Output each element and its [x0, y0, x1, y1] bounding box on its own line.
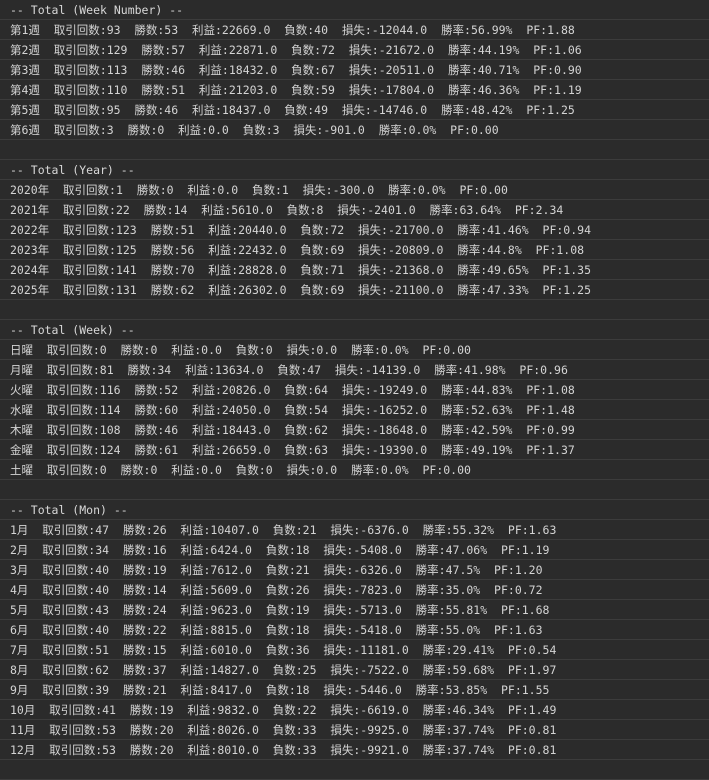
section-header-month: -- Total (Mon) -- [0, 500, 709, 520]
console-line: 2021年 取引回数:22 勝数:14 利益:5610.0 負数:8 損失:-2… [0, 200, 709, 220]
console-line: 3月 取引回数:40 勝数:19 利益:7612.0 負数:21 損失:-632… [0, 560, 709, 580]
console-line: 6月 取引回数:40 勝数:22 利益:8815.0 負数:18 損失:-541… [0, 620, 709, 640]
console-line: 第2週 取引回数:129 勝数:57 利益:22871.0 負数:72 損失:-… [0, 40, 709, 60]
blank-line [0, 480, 709, 500]
blank-line [0, 760, 709, 780]
console-line: 10月 取引回数:41 勝数:19 利益:9832.0 負数:22 損失:-66… [0, 700, 709, 720]
console-line: 2月 取引回数:34 勝数:16 利益:6424.0 負数:18 損失:-540… [0, 540, 709, 560]
console-line: 12月 取引回数:53 勝数:20 利益:8010.0 負数:33 損失:-99… [0, 740, 709, 760]
console-line: 2022年 取引回数:123 勝数:51 利益:20440.0 負数:72 損失… [0, 220, 709, 240]
console-line: 2023年 取引回数:125 勝数:56 利益:22432.0 負数:69 損失… [0, 240, 709, 260]
console-line: 月曜 取引回数:81 勝数:34 利益:13634.0 負数:47 損失:-14… [0, 360, 709, 380]
console-line: 金曜 取引回数:124 勝数:61 利益:26659.0 負数:63 損失:-1… [0, 440, 709, 460]
console-line: 7月 取引回数:51 勝数:15 利益:6010.0 負数:36 損失:-111… [0, 640, 709, 660]
console-line: 11月 取引回数:53 勝数:20 利益:8026.0 負数:33 損失:-99… [0, 720, 709, 740]
console-line: 2024年 取引回数:141 勝数:70 利益:28828.0 負数:71 損失… [0, 260, 709, 280]
console-line: 2020年 取引回数:1 勝数:0 利益:0.0 負数:1 損失:-300.0 … [0, 180, 709, 200]
section-header-year: -- Total (Year) -- [0, 160, 709, 180]
console-line: 火曜 取引回数:116 勝数:52 利益:20826.0 負数:64 損失:-1… [0, 380, 709, 400]
console-line: 1月 取引回数:47 勝数:26 利益:10407.0 負数:21 損失:-63… [0, 520, 709, 540]
blank-line [0, 140, 709, 160]
console-line: 日曜 取引回数:0 勝数:0 利益:0.0 負数:0 損失:0.0 勝率:0.0… [0, 340, 709, 360]
console-line: 5月 取引回数:43 勝数:24 利益:9623.0 負数:19 損失:-571… [0, 600, 709, 620]
console-line: 第4週 取引回数:110 勝数:51 利益:21203.0 負数:59 損失:-… [0, 80, 709, 100]
console-line: 水曜 取引回数:114 勝数:60 利益:24050.0 負数:54 損失:-1… [0, 400, 709, 420]
section-header-weekday: -- Total (Week) -- [0, 320, 709, 340]
section-header-week-number: -- Total (Week Number) -- [0, 0, 709, 20]
console-output: -- Total (Week Number) -- 第1週 取引回数:93 勝数… [0, 0, 709, 780]
console-line: 4月 取引回数:40 勝数:14 利益:5609.0 負数:26 損失:-782… [0, 580, 709, 600]
console-line: 第3週 取引回数:113 勝数:46 利益:18432.0 負数:67 損失:-… [0, 60, 709, 80]
console-line: 木曜 取引回数:108 勝数:46 利益:18443.0 負数:62 損失:-1… [0, 420, 709, 440]
console-line: 第5週 取引回数:95 勝数:46 利益:18437.0 負数:49 損失:-1… [0, 100, 709, 120]
blank-line [0, 300, 709, 320]
console-line: 9月 取引回数:39 勝数:21 利益:8417.0 負数:18 損失:-544… [0, 680, 709, 700]
console-line: 土曜 取引回数:0 勝数:0 利益:0.0 負数:0 損失:0.0 勝率:0.0… [0, 460, 709, 480]
console-line: 第1週 取引回数:93 勝数:53 利益:22669.0 負数:40 損失:-1… [0, 20, 709, 40]
console-line: 8月 取引回数:62 勝数:37 利益:14827.0 負数:25 損失:-75… [0, 660, 709, 680]
console-line: 第6週 取引回数:3 勝数:0 利益:0.0 負数:3 損失:-901.0 勝率… [0, 120, 709, 140]
console-line: 2025年 取引回数:131 勝数:62 利益:26302.0 負数:69 損失… [0, 280, 709, 300]
